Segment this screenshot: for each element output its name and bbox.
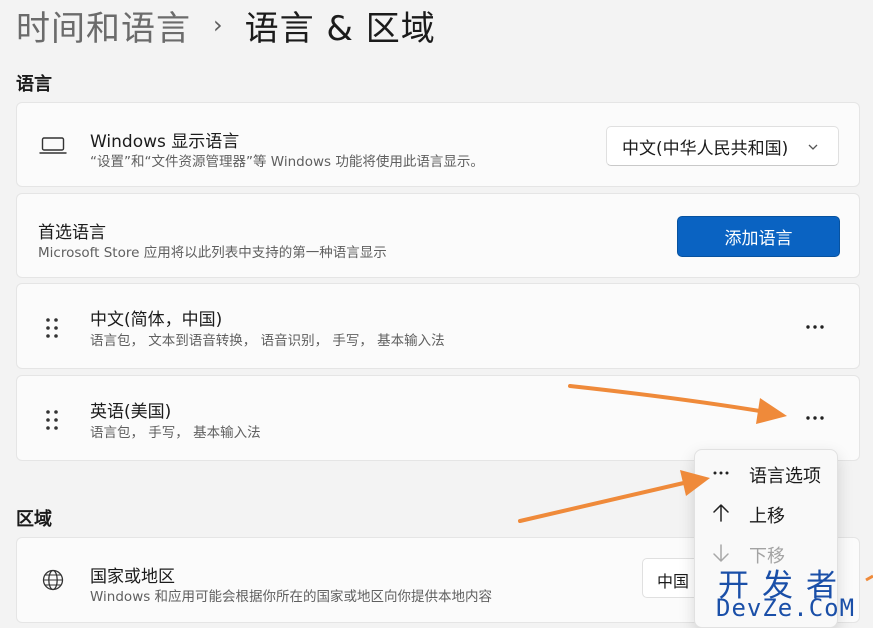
more-options-icon[interactable]: [801, 313, 829, 341]
section-title-language: 语言: [16, 74, 52, 95]
display-language-subtitle: “设置”和“文件资源管理器”等 Windows 功能将使用此语言显示。: [90, 154, 484, 170]
language-name: 英语(美国): [90, 402, 172, 422]
menu-item-language-options[interactable]: 语言选项: [695, 453, 837, 493]
section-title-region: 区域: [16, 509, 52, 530]
display-language-select-value: 中文(中华人民共和国): [622, 138, 789, 159]
language-item[interactable]: 中文(简体，中国) 语言包， 文本到语音转换， 语音识别， 手写， 基本输入法: [16, 283, 860, 369]
chevron-down-icon: [806, 139, 820, 159]
breadcrumb-separator-icon: ›: [213, 11, 223, 39]
breadcrumb-parent-link[interactable]: 时间和语言: [16, 1, 191, 50]
country-region-subtitle: Windows 和应用可能会根据你所在的国家或地区向你提供本地内容: [90, 589, 493, 605]
add-language-button[interactable]: 添加语言: [677, 216, 840, 257]
preferred-languages-card: 首选语言 Microsoft Store 应用将以此列表中支持的第一种语言显示 …: [16, 193, 860, 278]
display-language-select[interactable]: 中文(中华人民共和国): [606, 126, 839, 166]
drag-handle-icon[interactable]: [44, 408, 60, 436]
preferred-languages-subtitle: Microsoft Store 应用将以此列表中支持的第一种语言显示: [38, 245, 387, 261]
laptop-icon: [39, 135, 67, 157]
menu-item-label: 上移: [749, 506, 785, 527]
language-features: 语言包， 文本到语音转换， 语音识别， 手写， 基本输入法: [90, 333, 445, 349]
watermark-en-text: DevZe.CoM: [716, 594, 856, 622]
more-horizontal-icon: [711, 463, 731, 483]
country-region-title: 国家或地区: [90, 567, 175, 587]
display-language-title: Windows 显示语言: [90, 132, 240, 152]
preferred-languages-title: 首选语言: [38, 223, 106, 243]
breadcrumb: 时间和语言 › 语言 & 区域: [16, 1, 436, 50]
language-features: 语言包， 手写， 基本输入法: [90, 425, 261, 441]
annotation-arrow-to-language-options: [518, 470, 710, 523]
globe-icon: [41, 568, 65, 592]
arrow-up-icon: [711, 503, 731, 523]
country-region-select[interactable]: 中国: [642, 558, 702, 598]
watermark-logo: 开发者 DevZe.CoM: [712, 560, 872, 628]
page-title: 语言 & 区域: [244, 8, 436, 49]
language-name: 中文(简体，中国): [90, 310, 223, 330]
drag-handle-icon[interactable]: [44, 316, 60, 344]
display-language-card: Windows 显示语言 “设置”和“文件资源管理器”等 Windows 功能将…: [16, 102, 860, 187]
menu-item-move-up[interactable]: 上移: [695, 493, 837, 533]
menu-item-label: 语言选项: [749, 466, 821, 487]
more-options-icon[interactable]: [801, 404, 829, 432]
